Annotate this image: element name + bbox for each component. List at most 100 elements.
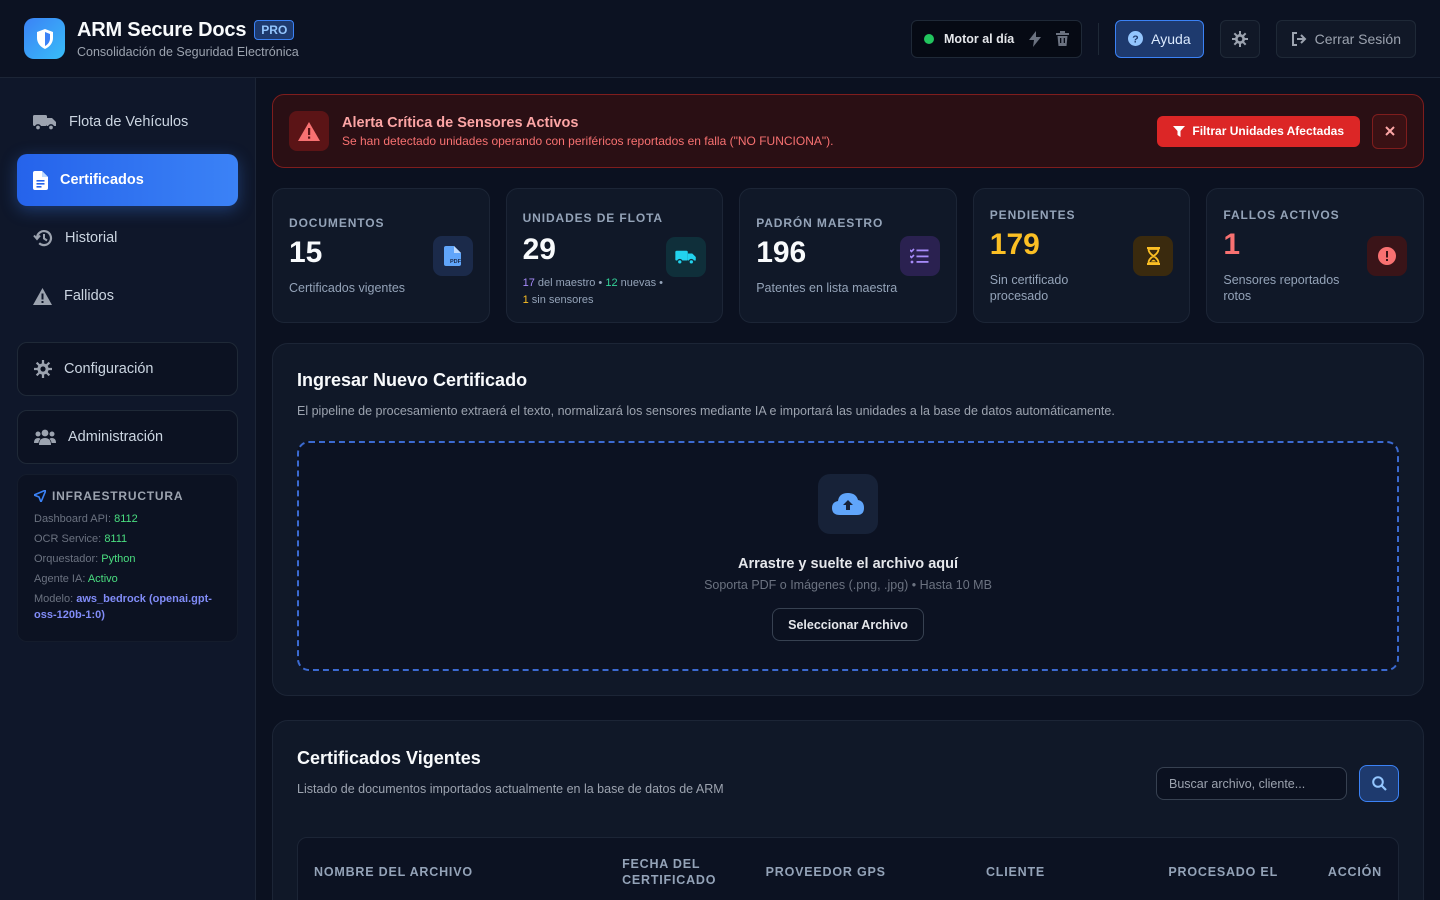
stat-caption: Sensores reportados rotos <box>1223 272 1340 303</box>
column-header-certificate-date[interactable]: FECHA DEL CERTIFICADO <box>622 856 766 888</box>
stat-value: 29 <box>522 233 556 266</box>
stat-label: PENDIENTES <box>989 207 1076 222</box>
alert-description: Se han detectado unidades operando con p… <box>342 133 834 148</box>
stat-card-fleet-units: UNIDADES DE FLOTA 29 17 del maestro • 12… <box>505 188 724 323</box>
infra-key: Dashboard API: <box>34 513 112 525</box>
certificates-panel: Certificados Vigentes Listado de documen… <box>272 720 1424 900</box>
file-icon <box>33 170 48 190</box>
critical-alert-banner: Alerta Crítica de Sensores Activos Se ha… <box>272 94 1424 168</box>
infra-orchestrator: Orquestador: Python <box>34 551 221 567</box>
stat-caption: Patentes en lista maestra <box>756 280 898 295</box>
svg-text:PDF: PDF <box>450 259 461 265</box>
infra-model: Modelo: aws_bedrock (openai.gpt-oss-120b… <box>34 591 221 623</box>
stat-caption: Sin certificado procesado <box>989 272 1069 303</box>
logout-button[interactable]: Cerrar Sesión <box>1275 19 1416 58</box>
close-icon <box>1384 126 1395 136</box>
top-header: ARM Secure Docs PRO Consolidación de Seg… <box>0 0 1440 78</box>
infra-value: 8112 <box>114 513 138 525</box>
stat-card-active-failures: FALLOS ACTIVOS 1 Sensores reportados rot… <box>1206 188 1424 323</box>
infra-key: Agente IA: <box>34 573 86 585</box>
infra-value: Python <box>101 553 136 565</box>
sidebar-item-label: Historial <box>65 230 118 246</box>
infrastructure-title-row: INFRAESTRUCTURA <box>34 489 221 503</box>
column-header-gps-provider[interactable]: PROVEEDOR GPS <box>766 864 986 880</box>
engine-status-label: Motor al día <box>944 31 1015 46</box>
stat-label: PADRÓN MAESTRO <box>756 215 884 230</box>
column-header-processed-at[interactable]: PROCESADO EL <box>1168 864 1328 880</box>
stat-value: 179 <box>989 227 1040 261</box>
stat-caption: Certificados vigentes <box>289 280 406 295</box>
table-header: NOMBRE DEL ARCHIVO FECHA DEL CERTIFICADO… <box>297 837 1399 900</box>
dropzone-title: Arrastre y suelte el archivo aquí <box>737 556 958 572</box>
hourglass-icon <box>1133 235 1174 276</box>
pro-badge: PRO <box>254 20 295 40</box>
stat-new-count: 12 <box>605 277 618 289</box>
infra-key: Orquestador: <box>34 553 99 565</box>
sidebar-item-label: Flota de Vehículos <box>69 114 189 130</box>
error-circle-icon <box>1366 235 1407 276</box>
help-button[interactable]: ? Ayuda <box>1115 19 1204 58</box>
sidebar-item-fleet[interactable]: Flota de Vehículos <box>17 96 238 148</box>
sidebar-item-label: Certificados <box>60 172 144 188</box>
column-header-action: ACCIÓN <box>1327 865 1383 879</box>
upload-panel: Ingresar Nuevo Certificado El pipeline d… <box>272 343 1424 696</box>
alert-title: Alerta Crítica de Sensores Activos <box>342 114 579 131</box>
logout-label: Cerrar Sesión <box>1314 30 1401 47</box>
infra-agent: Agente IA: Activo <box>34 571 221 587</box>
sidebar-item-label: Administración <box>68 429 164 445</box>
search-button[interactable] <box>1359 765 1399 802</box>
header-divider <box>1098 22 1100 55</box>
stat-value: 196 <box>756 235 807 269</box>
sidebar: Flota de Vehículos Certificados Historia… <box>0 78 256 900</box>
settings-button[interactable] <box>1219 19 1260 58</box>
stat-label: UNIDADES DE FLOTA <box>522 211 664 225</box>
stat-breakdown-text: del maestro • <box>534 277 606 289</box>
infra-key: Modelo: <box>34 593 74 605</box>
history-icon <box>33 229 53 247</box>
stat-card-documents: DOCUMENTOS 15 Certificados vigentes PDF <box>272 188 490 323</box>
logout-icon <box>1291 31 1307 46</box>
brand: ARM Secure Docs PRO Consolidación de Seg… <box>77 19 299 59</box>
sidebar-item-configuration[interactable]: Configuración <box>17 342 238 396</box>
help-label: Ayuda <box>1151 30 1191 47</box>
stat-label: DOCUMENTOS <box>289 215 385 230</box>
stat-breakdown: 17 del maestro • 12 nuevas • 1 sin sensor… <box>523 275 667 309</box>
infra-ocr: OCR Service: 8111 <box>34 531 221 547</box>
file-dropzone[interactable]: Arrastre y suelte el archivo aquí Soport… <box>297 441 1399 671</box>
main-content: Alerta Crítica de Sensores Activos Se ha… <box>272 94 1424 900</box>
checklist-icon <box>899 235 940 276</box>
certificates-title: Certificados Vigentes <box>297 748 481 768</box>
users-icon <box>34 429 56 445</box>
sidebar-item-label: Fallidos <box>64 288 114 304</box>
sidebar-item-history[interactable]: Historial <box>17 212 238 264</box>
bolt-icon[interactable] <box>1028 30 1042 47</box>
sidebar-item-certificates[interactable]: Certificados <box>17 154 238 206</box>
filter-button-label: Filtrar Unidades Afectadas <box>1192 124 1344 138</box>
alert-triangle-icon <box>289 111 329 151</box>
infrastructure-panel: INFRAESTRUCTURA Dashboard API: 8112 OCR … <box>17 474 238 642</box>
engine-status-pill: Motor al día <box>911 19 1083 58</box>
infra-value: Activo <box>87 573 118 585</box>
upload-description: El pipeline de procesamiento extraerá el… <box>297 404 1115 418</box>
upload-title: Ingresar Nuevo Certificado <box>297 370 528 390</box>
column-header-filename[interactable]: NOMBRE DEL ARCHIVO <box>314 864 622 880</box>
stat-card-pending: PENDIENTES 179 Sin certificado procesado <box>972 188 1191 323</box>
select-file-button[interactable]: Seleccionar Archivo <box>772 608 924 641</box>
stat-card-master-list: PADRÓN MAESTRO 196 Patentes en lista mae… <box>739 188 957 323</box>
search-input[interactable] <box>1156 767 1347 800</box>
truck-icon <box>666 237 707 277</box>
help-icon: ? <box>1128 31 1144 46</box>
send-icon <box>34 490 46 502</box>
status-dot-icon <box>924 33 935 44</box>
svg-text:?: ? <box>1132 33 1138 45</box>
stat-breakdown-text: nuevas • <box>617 277 664 289</box>
filter-affected-units-button[interactable]: Filtrar Unidades Afectadas <box>1157 115 1360 147</box>
app-title: ARM Secure Docs <box>77 18 247 41</box>
sidebar-item-failed[interactable]: Fallidos <box>17 270 238 322</box>
trash-icon[interactable] <box>1056 31 1070 46</box>
infra-value: 8111 <box>104 533 128 545</box>
sidebar-item-administration[interactable]: Administración <box>17 410 238 464</box>
column-header-client[interactable]: CLIENTE <box>986 864 1168 880</box>
app-subtitle: Consolidación de Seguridad Electrónica <box>77 44 299 59</box>
alert-close-button[interactable] <box>1372 113 1407 149</box>
